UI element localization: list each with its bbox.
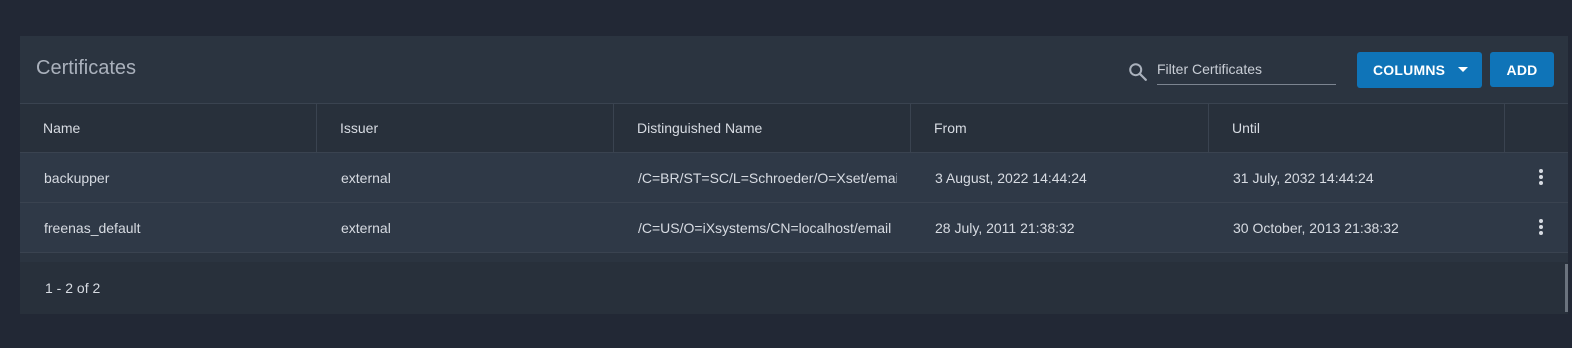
page-title: Certificates <box>36 57 137 79</box>
cell-until: 31 July, 2032 14:44:24 <box>1233 170 1374 186</box>
cell-issuer: external <box>341 170 391 186</box>
cell-distinguished-name: /C=BR/ST=SC/L=Schroeder/O=Xset/emai <box>638 170 897 186</box>
columns-button-label: COLUMNS <box>1373 62 1446 78</box>
cell-distinguished-name: /C=US/O=iXsystems/CN=localhost/email <box>638 220 892 236</box>
cell-name: freenas_default <box>44 220 141 236</box>
table-footer: 1 - 2 of 2 <box>20 262 1568 314</box>
more-vert-icon[interactable] <box>1537 219 1545 237</box>
table-row[interactable]: backupper external /C=BR/ST=SC/L=Schroed… <box>20 153 1568 203</box>
column-header-issuer[interactable]: Issuer <box>317 104 614 153</box>
cell-issuer: external <box>341 220 391 236</box>
card-toolbar: Certificates COLUMNS ADD <box>20 36 1568 104</box>
cell-until: 30 October, 2013 21:38:32 <box>1233 220 1399 236</box>
column-header-name[interactable]: Name <box>20 104 317 153</box>
filter-certificates-input[interactable] <box>1157 58 1336 85</box>
pagination-range: 1 - 2 of 2 <box>45 280 101 296</box>
column-header-until[interactable]: Until <box>1209 104 1505 153</box>
more-vert-icon[interactable] <box>1537 169 1545 187</box>
cell-from: 3 August, 2022 14:44:24 <box>935 170 1087 186</box>
certificates-card: Certificates COLUMNS ADD Name Issuer Dis… <box>20 36 1568 314</box>
add-button[interactable]: ADD <box>1490 52 1554 87</box>
chevron-down-icon <box>1458 67 1468 72</box>
columns-button[interactable]: COLUMNS <box>1357 52 1482 88</box>
scrollbar[interactable] <box>1565 264 1568 312</box>
column-header-from[interactable]: From <box>911 104 1209 153</box>
search-icon <box>1129 63 1147 81</box>
column-header-distinguished-name[interactable]: Distinguished Name <box>614 104 911 153</box>
cell-from: 28 July, 2011 21:38:32 <box>935 220 1075 236</box>
table-row[interactable]: freenas_default external /C=US/O=iXsyste… <box>20 203 1568 253</box>
table-header: Name Issuer Distinguished Name From Unti… <box>20 104 1568 153</box>
cell-name: backupper <box>44 170 110 186</box>
